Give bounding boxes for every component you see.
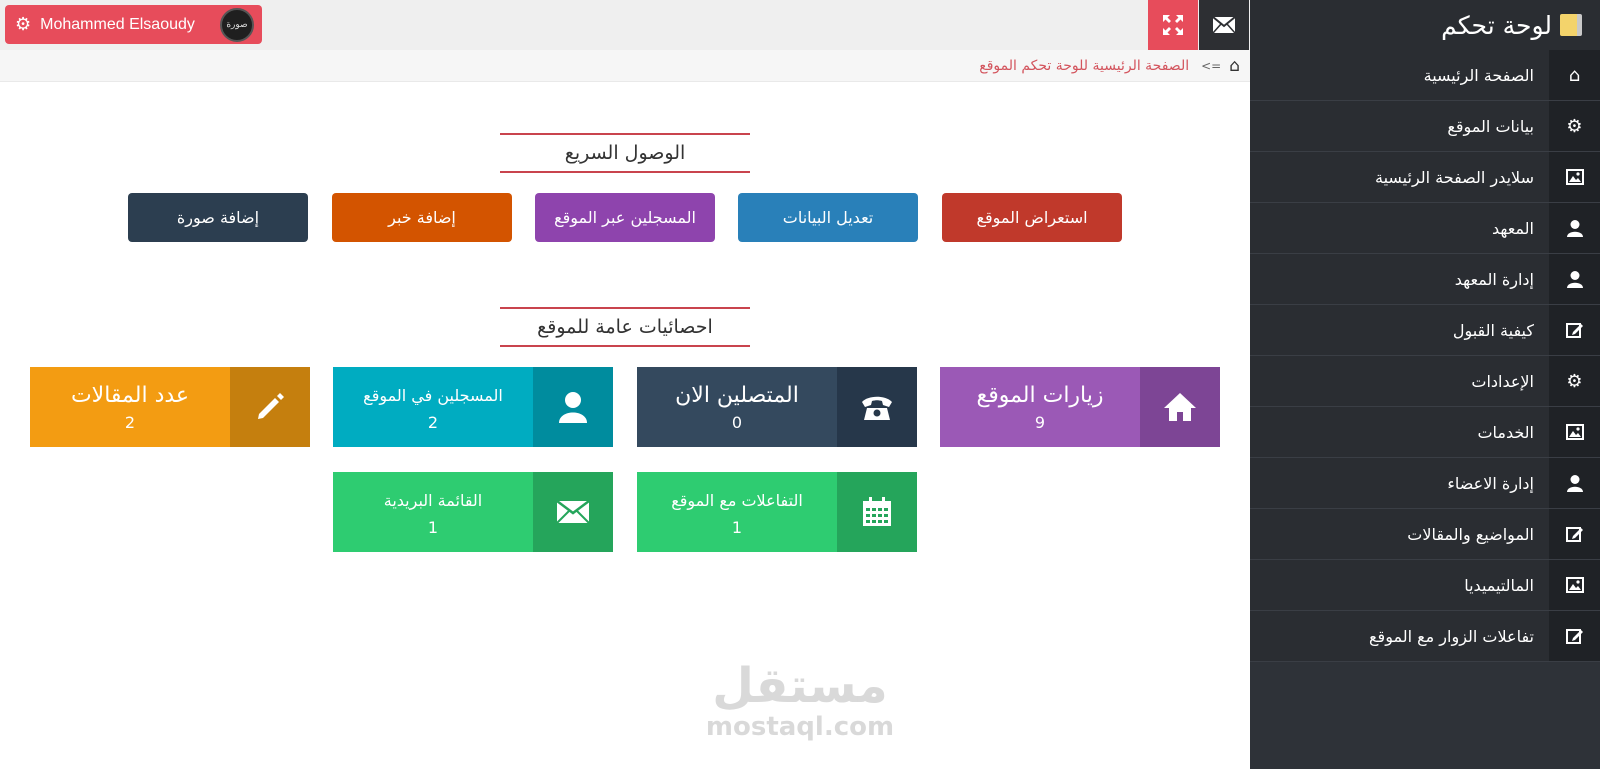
watermark-arabic: مستقل xyxy=(712,658,888,714)
envelope-icon xyxy=(1212,16,1236,34)
home-icon[interactable]: ⌂ xyxy=(1229,56,1240,76)
sidebar-item-label: إدارة الاعضاء xyxy=(1447,473,1534,493)
sidebar-item-settings[interactable]: ⚙ الإعدادات xyxy=(1250,356,1600,407)
user-menu-button[interactable]: ⚙ Mohammed Elsaoudy صورة xyxy=(5,5,262,44)
sidebar-item-label: الصفحة الرئيسية xyxy=(1423,65,1534,85)
breadcrumb-current[interactable]: الصفحة الرئيسية للوحة تحكم الموقع xyxy=(979,58,1189,74)
stat-card-articles[interactable]: عدد المقالات 2 xyxy=(30,367,310,447)
edit-icon xyxy=(1549,509,1600,559)
image-icon xyxy=(1549,407,1600,457)
calendar-icon xyxy=(837,472,917,552)
user-name: Mohammed Elsaoudy xyxy=(40,15,195,33)
stat-card-body: المتصلين الان 0 xyxy=(637,367,837,447)
stat-card-visits[interactable]: زيارات الموقع 9 xyxy=(940,367,1220,447)
stat-card-mailing-list[interactable]: القائمة البريدية 1 xyxy=(333,472,613,552)
sidebar-item-slider[interactable]: سلايدر الصفحة الرئيسية xyxy=(1250,152,1600,203)
stat-title: المسجلين في الموقع xyxy=(363,385,503,405)
edit-icon xyxy=(1549,611,1600,661)
sidebar-item-institute-management[interactable]: إدارة المعهد xyxy=(1250,254,1600,305)
stat-card-body: المسجلين في الموقع 2 xyxy=(333,367,533,447)
messages-button[interactable] xyxy=(1199,0,1249,50)
stat-title: القائمة البريدية xyxy=(383,490,483,510)
sidebar-item-visitor-interactions[interactable]: تفاعلات الزوار مع الموقع xyxy=(1250,611,1600,662)
expand-icon xyxy=(1163,15,1183,35)
watermark-latin: mostaql.com xyxy=(705,712,895,742)
sidebar-item-label: الإعدادات xyxy=(1471,371,1534,391)
brand-title: لوحة تحكم xyxy=(1441,10,1552,40)
sidebar-item-admission[interactable]: كيفية القبول xyxy=(1250,305,1600,356)
user-icon xyxy=(1549,203,1600,253)
stat-card-interactions[interactable]: التفاعلات مع الموقع 1 xyxy=(637,472,917,552)
stat-title: زيارات الموقع xyxy=(976,382,1104,408)
phone-icon xyxy=(837,367,917,447)
edit-icon xyxy=(1549,305,1600,355)
stat-title: عدد المقالات xyxy=(70,382,190,408)
watermark: مستقل mostaql.com xyxy=(700,660,900,742)
envelope-icon xyxy=(533,472,613,552)
sidebar-item-services[interactable]: الخدمات xyxy=(1250,407,1600,458)
avatar: صورة xyxy=(220,7,254,42)
gear-icon: ⚙ xyxy=(15,14,32,34)
brand[interactable]: لوحة تحكم xyxy=(1250,0,1600,50)
user-icon xyxy=(1549,458,1600,508)
home-icon: ⌂ xyxy=(1549,50,1600,100)
stat-card-registered[interactable]: المسجلين في الموقع 2 xyxy=(333,367,613,447)
sidebar-item-label: كيفية القبول xyxy=(1452,320,1534,340)
stat-title: المتصلين الان xyxy=(675,382,799,408)
image-icon xyxy=(1549,560,1600,610)
top-bar: ⚙ Mohammed Elsaoudy صورة xyxy=(0,0,1250,50)
gear-icon: ⚙ xyxy=(1549,101,1600,151)
sidebar-item-label: المعهد xyxy=(1491,218,1534,238)
stat-card-body: عدد المقالات 2 xyxy=(30,367,230,447)
add-news-button[interactable]: إضافة خبر xyxy=(332,193,512,242)
user-icon xyxy=(1549,254,1600,304)
sidebar-item-label: بيانات الموقع xyxy=(1447,116,1534,136)
sidebar-item-label: المواضيع والمقالات xyxy=(1407,524,1534,544)
stats-title: احصائيات عامة للموقع xyxy=(500,307,750,347)
stat-card-online[interactable]: المتصلين الان 0 xyxy=(637,367,917,447)
pencil-icon xyxy=(230,367,310,447)
sidebar-item-multimedia[interactable]: المالتيميديا xyxy=(1250,560,1600,611)
fullscreen-button[interactable] xyxy=(1148,0,1198,50)
sidebar-item-members[interactable]: إدارة الاعضاء xyxy=(1250,458,1600,509)
sidebar-item-label: إدارة المعهد xyxy=(1454,269,1534,289)
sidebar-item-institute[interactable]: المعهد xyxy=(1250,203,1600,254)
home-icon xyxy=(1140,367,1220,447)
stat-value: 0 xyxy=(731,412,743,432)
image-icon xyxy=(1549,152,1600,202)
sidebar-nav: ⌂ الصفحة الرئيسية ⚙ بيانات الموقع سلايدر… xyxy=(1250,50,1600,662)
sidebar-item-site-data[interactable]: ⚙ بيانات الموقع xyxy=(1250,101,1600,152)
quick-access-title: الوصول السريع xyxy=(500,133,750,173)
stat-card-body: زيارات الموقع 9 xyxy=(940,367,1140,447)
breadcrumb: ⌂ => الصفحة الرئيسية للوحة تحكم الموقع xyxy=(0,50,1250,82)
stat-title: التفاعلات مع الموقع xyxy=(671,490,803,510)
add-image-button[interactable]: إضافة صورة xyxy=(128,193,308,242)
registered-users-button[interactable]: المسجلين عبر الموقع xyxy=(535,193,715,242)
book-icon xyxy=(1560,14,1582,36)
user-icon xyxy=(533,367,613,447)
stat-value: 1 xyxy=(427,517,439,537)
sidebar-item-label: المالتيميديا xyxy=(1464,575,1534,595)
edit-data-button[interactable]: تعديل البيانات xyxy=(738,193,918,242)
sidebar-item-articles[interactable]: المواضيع والمقالات xyxy=(1250,509,1600,560)
sidebar-item-label: سلايدر الصفحة الرئيسية xyxy=(1374,167,1534,187)
stat-value: 1 xyxy=(731,517,743,537)
stat-value: 9 xyxy=(1034,412,1046,432)
sidebar: لوحة تحكم ⌂ الصفحة الرئيسية ⚙ بيانات الم… xyxy=(1250,0,1600,769)
sidebar-item-label: الخدمات xyxy=(1477,422,1534,442)
stat-card-body: القائمة البريدية 1 xyxy=(333,472,533,552)
breadcrumb-separator: => xyxy=(1201,58,1222,73)
sidebar-item-home[interactable]: ⌂ الصفحة الرئيسية xyxy=(1250,50,1600,101)
stat-value: 2 xyxy=(124,412,136,432)
view-site-button[interactable]: استعراض الموقع xyxy=(942,193,1122,242)
stat-card-body: التفاعلات مع الموقع 1 xyxy=(637,472,837,552)
gear-icon: ⚙ xyxy=(1549,356,1600,406)
sidebar-item-label: تفاعلات الزوار مع الموقع xyxy=(1369,626,1534,646)
stat-value: 2 xyxy=(427,412,439,432)
